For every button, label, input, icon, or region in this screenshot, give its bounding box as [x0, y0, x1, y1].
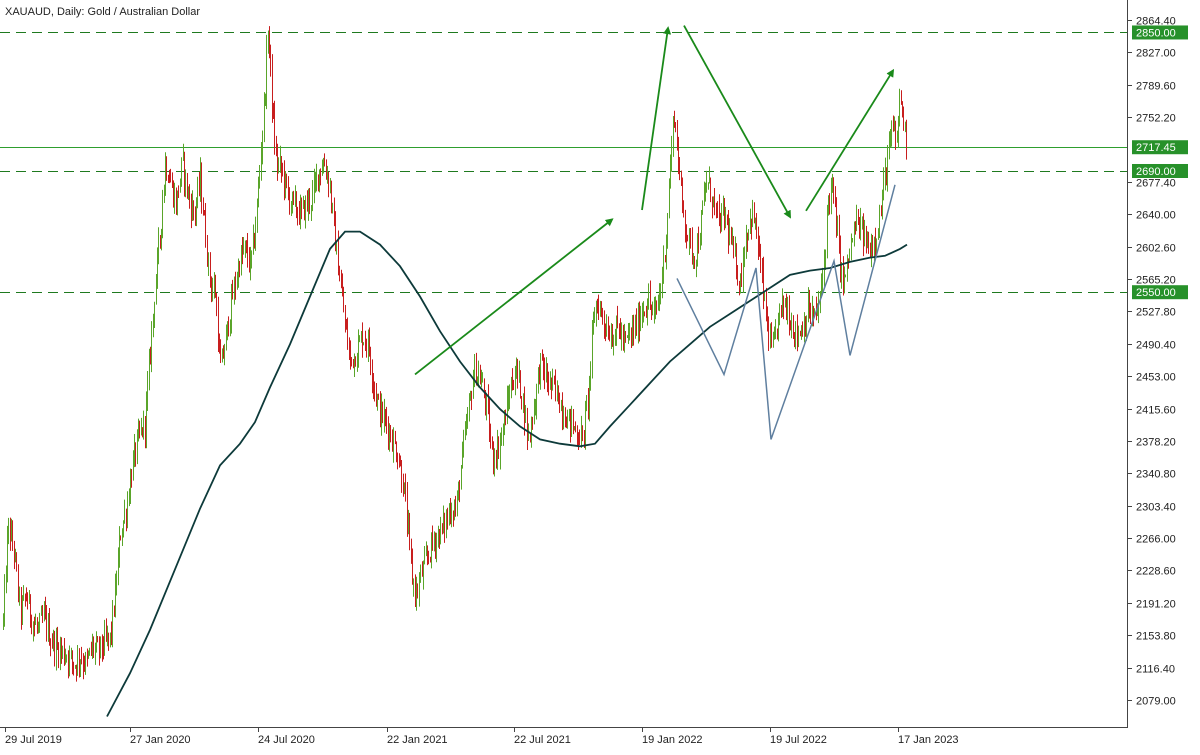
level-label-text: 2717.45 [1136, 142, 1176, 154]
y-tick-label: 2677.40 [1136, 178, 1176, 190]
y-tick-label: 2153.80 [1136, 631, 1176, 643]
y-tick-label: 2490.40 [1136, 340, 1176, 352]
y-tick-label: 2191.20 [1136, 599, 1176, 611]
y-tick-label: 2640.00 [1136, 210, 1176, 222]
y-tick-label: 2303.40 [1136, 502, 1176, 514]
y-tick-label: 2228.60 [1136, 566, 1176, 578]
y-tick-label: 2827.00 [1136, 48, 1176, 60]
level-label-text: 2850.00 [1136, 27, 1176, 39]
x-tick-label: 17 Jan 2023 [898, 734, 959, 746]
x-tick-label: 19 Jan 2022 [642, 734, 703, 746]
y-tick-label: 2789.60 [1136, 81, 1176, 93]
x-tick-label: 22 Jul 2021 [514, 734, 571, 746]
y-tick-label: 2565.20 [1136, 275, 1176, 287]
x-tick-label: 24 Jul 2020 [258, 734, 315, 746]
x-tick-label: 19 Jul 2022 [770, 734, 827, 746]
plot-background [0, 0, 1200, 750]
y-tick-label: 2453.00 [1136, 372, 1176, 384]
price-chart: 2864.402827.002789.602752.202677.402640.… [0, 0, 1200, 750]
x-tick-label: 27 Jan 2020 [130, 734, 191, 746]
y-tick-label: 2752.20 [1136, 113, 1176, 125]
x-tick-label: 22 Jan 2021 [387, 734, 448, 746]
y-tick-label: 2415.60 [1136, 405, 1176, 417]
y-tick-label: 2266.00 [1136, 534, 1176, 546]
y-tick-label: 2340.80 [1136, 469, 1176, 481]
y-tick-label: 2116.40 [1136, 664, 1175, 676]
y-tick-label: 2527.80 [1136, 307, 1176, 319]
level-label-text: 2550.00 [1136, 287, 1176, 299]
y-tick-label: 2602.60 [1136, 243, 1176, 255]
y-tick-label: 2378.20 [1136, 437, 1176, 449]
x-tick-label: 29 Jul 2019 [5, 734, 62, 746]
chart-root: 2864.40 2827.00 2789.60 2752.20 2677.40 2640.… [0, 0, 1200, 750]
y-tick-label: 2079.00 [1136, 696, 1176, 708]
chart-title: XAUAUD, Daily: Gold / Australian Dollar [5, 6, 200, 18]
level-label-text: 2690.00 [1136, 166, 1176, 178]
